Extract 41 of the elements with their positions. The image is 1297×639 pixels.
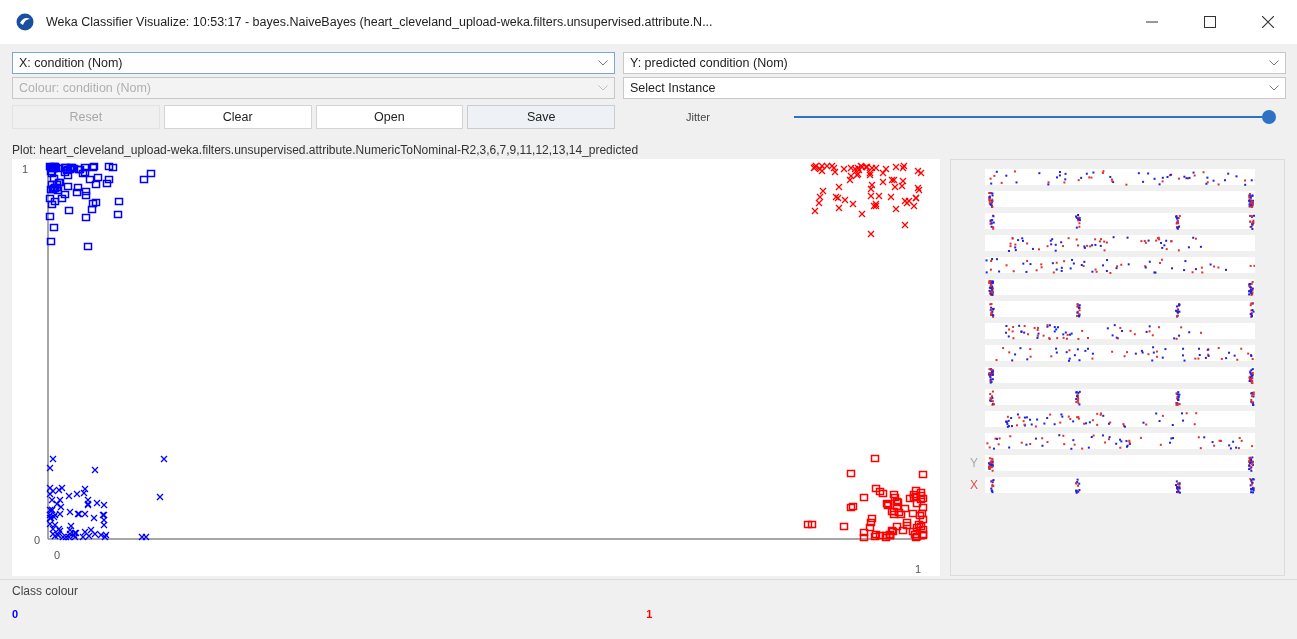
chevron-down-icon — [598, 60, 608, 66]
attribute-marker: Y — [969, 456, 979, 470]
maximize-icon — [1204, 16, 1216, 28]
class-label: 1 — [646, 608, 653, 620]
attribute-strip[interactable] — [985, 167, 1255, 187]
chevron-down-icon — [1269, 60, 1279, 66]
attribute-strip[interactable] — [985, 343, 1255, 363]
legend-title: Class colour — [12, 584, 80, 598]
attribute-strip[interactable] — [985, 409, 1255, 429]
toolbar-button[interactable]: Open — [315, 105, 464, 129]
dropdown[interactable]: Y: predicted condition (Nom) — [623, 52, 1286, 74]
chevron-down-icon — [1269, 85, 1279, 91]
jitter-label: Jitter — [685, 111, 711, 123]
toolbar-button[interactable]: Save — [467, 105, 615, 129]
window-title: Weka Classifier Visualize: 10:53:17 - bayes.NaiveBayes (heart_cleveland_upload-weka.filters.unsupervised.attribute.N... — [46, 15, 714, 29]
attribute-strip[interactable] — [985, 233, 1255, 253]
axis-label: 0 — [34, 534, 41, 546]
axis-label: 1 — [915, 563, 922, 575]
attribute-strip[interactable] — [985, 255, 1255, 275]
dropdown[interactable]: Select Instance — [623, 77, 1286, 99]
axis-label: 1 — [22, 163, 29, 175]
toolbar-button[interactable]: Clear — [163, 105, 312, 129]
attribute-strip[interactable] — [985, 453, 1255, 473]
attribute-strip[interactable] — [985, 189, 1255, 209]
dropdown[interactable]: X: condition (Nom) — [12, 52, 615, 74]
attribute-strip[interactable] — [985, 475, 1255, 495]
close-icon — [1262, 16, 1274, 28]
attribute-strip[interactable] — [985, 365, 1255, 385]
attribute-strip[interactable] — [985, 277, 1255, 297]
attribute-strip[interactable] — [985, 211, 1255, 231]
attribute-strip[interactable] — [985, 299, 1255, 319]
attribute-marker: X — [969, 478, 979, 492]
app-icon — [16, 13, 34, 31]
axis-label: 0 — [54, 549, 61, 561]
attribute-strip[interactable] — [985, 321, 1255, 341]
chevron-down-icon — [598, 85, 608, 91]
attribute-strip[interactable] — [985, 431, 1255, 451]
class-label: 0 — [12, 608, 19, 620]
attribute-strip[interactable] — [985, 387, 1255, 407]
slider-thumb[interactable] — [1262, 110, 1276, 124]
plot-title: Plot: heart_cleveland_upload-weka.filters.unsupervised.attribute.NumericToNominal-R2,3,6,7,9,11,12,13,14_predicted — [11, 142, 640, 159]
